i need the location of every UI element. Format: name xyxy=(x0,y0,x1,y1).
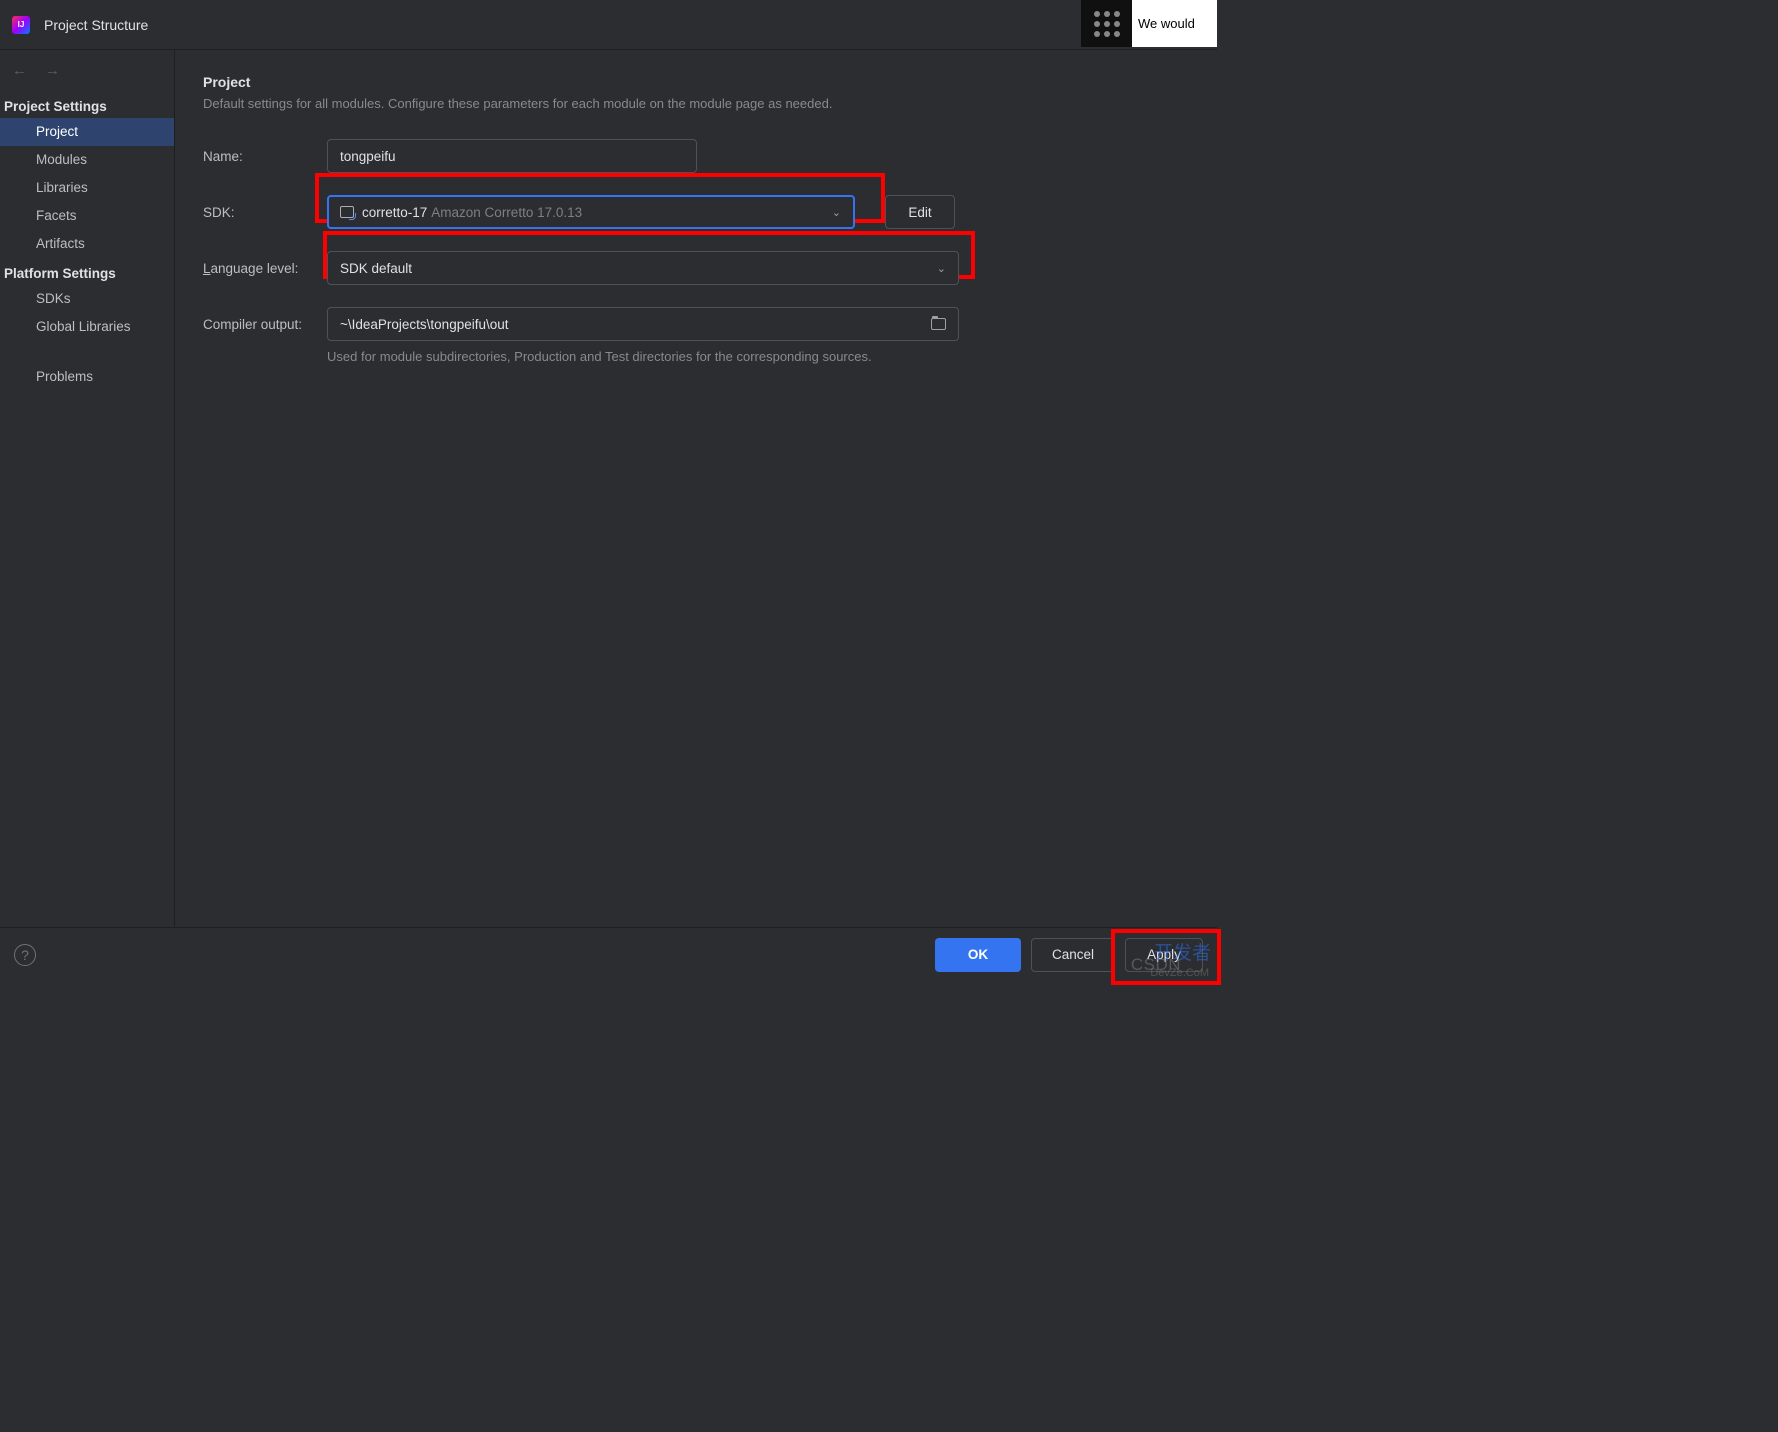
sidebar-item-artifacts[interactable]: Artifacts xyxy=(0,230,174,258)
app-icon: IJ xyxy=(12,16,30,34)
sidebar-item-problems[interactable]: Problems xyxy=(0,363,174,391)
browse-folder-icon[interactable] xyxy=(931,318,946,330)
ok-button[interactable]: OK xyxy=(935,938,1021,972)
sidebar-heading-platform: Platform Settings xyxy=(0,258,174,285)
sidebar-item-libraries[interactable]: Libraries xyxy=(0,174,174,202)
name-label: Name: xyxy=(203,149,327,164)
top-right-widgets: We would xyxy=(1081,0,1217,47)
name-input[interactable] xyxy=(327,139,697,173)
compiler-output-field[interactable]: ~\IdeaProjects\tongpeifu\out xyxy=(327,307,959,341)
sdk-dropdown[interactable]: corretto-17 Amazon Corretto 17.0.13 ⌄ xyxy=(327,195,855,229)
sidebar: ← → Project Settings Project Modules Lib… xyxy=(0,50,175,927)
dialog-footer: ? OK Cancel Apply xyxy=(0,927,1217,981)
main-panel: Project Default settings for all modules… xyxy=(175,50,1217,927)
section-title: Project xyxy=(203,74,1189,90)
compiler-output-hint: Used for module subdirectories, Producti… xyxy=(327,349,1189,364)
compiler-output-label: Compiler output: xyxy=(203,317,327,332)
apply-button[interactable]: Apply xyxy=(1125,938,1203,972)
sidebar-heading-project: Project Settings xyxy=(0,91,174,118)
compiler-output-row: Compiler output: ~\IdeaProjects\tongpeif… xyxy=(203,307,1189,341)
promo-text[interactable]: We would xyxy=(1132,0,1217,47)
sdk-label: SDK: xyxy=(203,205,327,220)
sidebar-item-modules[interactable]: Modules xyxy=(0,146,174,174)
help-icon[interactable]: ? xyxy=(14,944,36,966)
sidebar-item-global-libraries[interactable]: Global Libraries xyxy=(0,313,174,341)
window-title: Project Structure xyxy=(44,17,148,33)
promo-thumbnail[interactable] xyxy=(1081,0,1132,47)
sidebar-item-sdks[interactable]: SDKs xyxy=(0,285,174,313)
sdk-folder-icon xyxy=(340,205,354,219)
sdk-value: corretto-17 xyxy=(362,205,427,220)
compiler-output-value: ~\IdeaProjects\tongpeifu\out xyxy=(340,317,509,332)
title-bar: IJ Project Structure xyxy=(0,0,1217,50)
forward-arrow-icon[interactable]: → xyxy=(45,62,60,79)
sdk-row: SDK: corretto-17 Amazon Corretto 17.0.13… xyxy=(203,195,1189,229)
sdk-hint: Amazon Corretto 17.0.13 xyxy=(431,205,582,220)
language-level-row: Language level: SDK default ⌄ xyxy=(203,251,1189,285)
chevron-down-icon: ⌄ xyxy=(937,262,946,275)
language-level-dropdown[interactable]: SDK default ⌄ xyxy=(327,251,959,285)
sidebar-item-facets[interactable]: Facets xyxy=(0,202,174,230)
sidebar-item-project[interactable]: Project xyxy=(0,118,174,146)
language-level-value: SDK default xyxy=(340,261,412,276)
name-row: Name: xyxy=(203,139,1189,173)
cancel-button[interactable]: Cancel xyxy=(1031,938,1115,972)
edit-sdk-button[interactable]: Edit xyxy=(885,195,955,229)
language-level-label: Language level: xyxy=(203,261,327,276)
back-arrow-icon[interactable]: ← xyxy=(12,62,27,79)
section-description: Default settings for all modules. Config… xyxy=(203,96,1189,111)
chevron-down-icon: ⌄ xyxy=(832,206,841,219)
